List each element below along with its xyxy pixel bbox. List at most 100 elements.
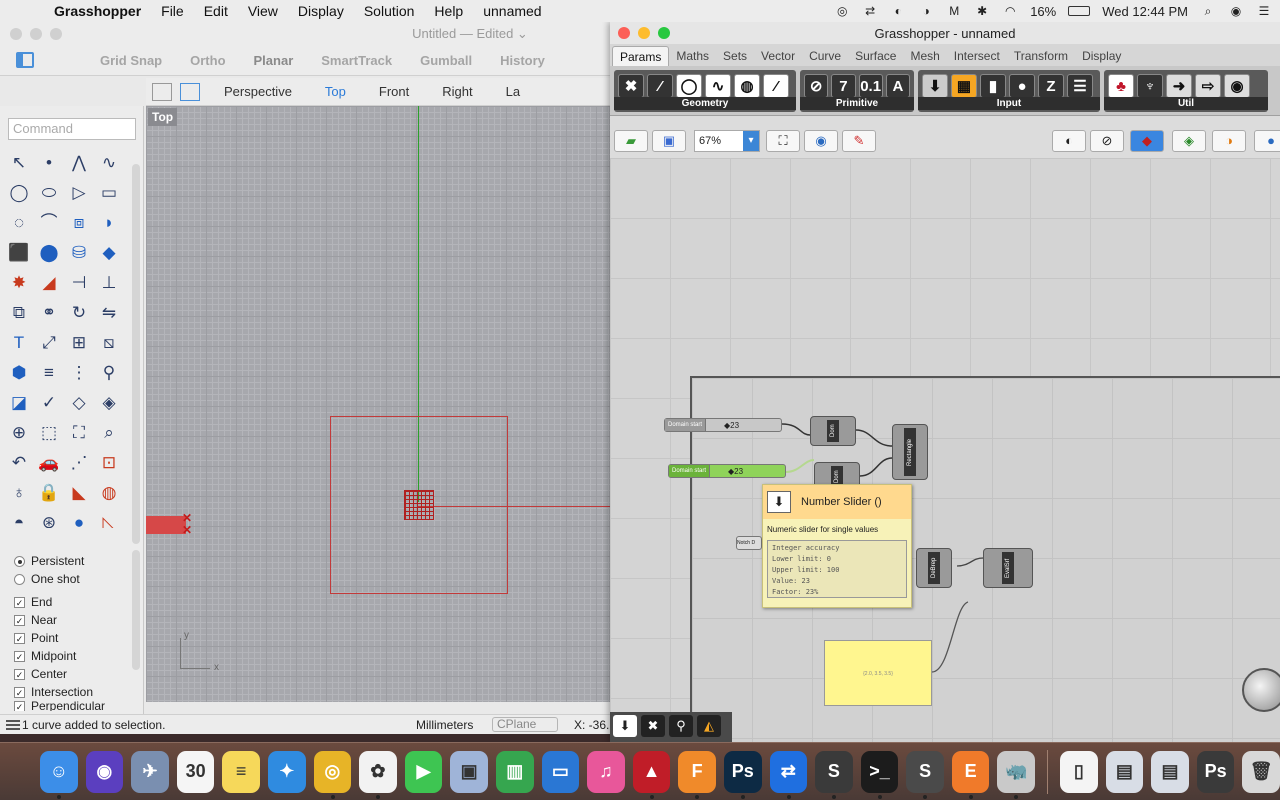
layer-icon[interactable]: ◣ — [64, 478, 94, 508]
near-checkbox[interactable]: ✓ — [14, 614, 25, 626]
mesh-icon[interactable]: ⊛ — [34, 508, 64, 528]
chevron-down-icon[interactable]: ▾ — [743, 131, 759, 151]
four-view-icon[interactable] — [152, 82, 172, 101]
tab-surface[interactable]: Surface — [848, 46, 903, 66]
dock-teamviewer-icon[interactable]: ⇄ — [769, 750, 808, 799]
tab-vector[interactable]: Vector — [754, 46, 802, 66]
join-icon[interactable]: ◢ — [34, 268, 64, 298]
top-viewport[interactable]: Top y x — [146, 106, 612, 702]
menu-help[interactable]: Help — [424, 3, 473, 19]
dock-window3-icon[interactable]: Ps — [1196, 750, 1235, 793]
search-icon[interactable]: ⌕ — [94, 418, 124, 448]
units-label[interactable]: Millimeters — [416, 718, 473, 732]
tab-transform[interactable]: Transform — [1007, 46, 1075, 66]
smarttrack-toggle[interactable]: SmartTrack — [321, 53, 392, 68]
notification-center-icon[interactable]: ☰ — [1256, 4, 1272, 18]
rotate-icon[interactable]: ↻ — [64, 298, 94, 328]
car-icon[interactable]: 🚗 — [34, 448, 64, 478]
analyze-icon[interactable]: ◪ — [4, 388, 34, 418]
number-slider-icon[interactable]: ⬇ — [922, 74, 948, 98]
tab-right[interactable]: Right — [442, 84, 472, 99]
dock-notes-icon[interactable]: ≡ — [222, 750, 260, 793]
eraser-icon[interactable]: ◇ — [64, 388, 94, 418]
mesh-settings-icon[interactable]: ● — [1254, 130, 1280, 152]
wifi-icon[interactable]: ◠ — [1002, 4, 1018, 18]
sweep-icon[interactable]: ◗ — [94, 208, 124, 238]
battery-icon[interactable] — [1068, 6, 1091, 16]
menu-view[interactable]: View — [238, 3, 288, 19]
gumball-toggle[interactable]: Gumball — [420, 53, 472, 68]
trim-icon[interactable]: ⊣ — [64, 268, 94, 298]
fillet-icon[interactable]: ⌒ — [34, 208, 64, 238]
preview-eye-icon[interactable]: ◉ — [804, 130, 838, 152]
siri-icon[interactable]: ◉ — [1228, 4, 1244, 18]
ball-icon[interactable]: ● — [64, 508, 94, 528]
menu-edit[interactable]: Edit — [194, 3, 238, 19]
tab-curve[interactable]: Curve — [802, 46, 848, 66]
polyline-icon[interactable]: ⋀ — [64, 148, 94, 178]
tab-mesh[interactable]: Mesh — [903, 46, 946, 66]
boolean-icon[interactable]: ⚭ — [34, 298, 64, 328]
lock-icon[interactable]: 🔒 — [34, 478, 64, 508]
grid-snap-toggle[interactable]: Grid Snap — [100, 53, 162, 68]
selected-preview-icon[interactable]: ◈ — [1172, 130, 1206, 152]
save-file-icon[interactable]: ▣ — [652, 130, 686, 152]
battery-percent[interactable]: 16% — [1030, 4, 1056, 19]
dock-calendar-icon[interactable]: 30 — [176, 750, 215, 793]
midpoint-checkbox[interactable]: ✓ — [14, 650, 25, 662]
array-icon[interactable]: ⊞ — [64, 328, 94, 358]
dock-finder-icon[interactable]: ☺ — [40, 750, 78, 799]
wireframe-icon[interactable]: ⊘ — [1090, 130, 1124, 152]
slider-shortcut-icon[interactable]: ⬇ — [613, 715, 637, 737]
material-icon[interactable]: ◑ — [1212, 130, 1246, 152]
list-icon[interactable] — [6, 719, 20, 730]
display-icon[interactable]: ◑ — [918, 4, 934, 18]
dock-rhino-icon[interactable]: 🦏 — [997, 750, 1036, 799]
cherry-icon[interactable]: ♣ — [1108, 74, 1134, 98]
gauge-shortcut-icon[interactable]: ⚲ — [669, 715, 693, 737]
dock-launchpad-icon[interactable]: ✈ — [131, 750, 169, 793]
domain-slider-2[interactable]: Domain start ◆23 — [668, 464, 786, 478]
sound-shortcut-icon[interactable]: ◭ — [697, 715, 721, 737]
circle-icon[interactable]: ◯ — [4, 178, 34, 208]
osnap-scrollbar[interactable] — [132, 550, 140, 670]
dock-sublime2-icon[interactable]: S — [906, 750, 944, 799]
sidebar-toggle-icon[interactable] — [16, 52, 34, 68]
param-number-icon[interactable]: 0.1 — [858, 74, 883, 98]
explode-icon[interactable]: ✸ — [4, 268, 34, 298]
persistent-radio[interactable] — [14, 555, 25, 567]
open-file-icon[interactable]: ▰ — [614, 130, 648, 152]
dock-fusion360-icon[interactable]: F — [678, 750, 716, 799]
yellow-panel[interactable]: {2.0, 3.5, 3.5} — [824, 640, 932, 706]
digit-scroller-icon[interactable]: Z — [1038, 74, 1064, 98]
value-list-icon[interactable]: ☰ — [1067, 74, 1093, 98]
preview-mode-icon[interactable]: ◐ — [1052, 130, 1086, 152]
zoom-dropdown[interactable]: 67% ▾ — [694, 130, 760, 152]
one-shot-radio[interactable] — [14, 573, 25, 585]
zoom-extents-icon[interactable]: ⛶ — [766, 130, 800, 152]
grid-array-icon[interactable]: ⋮ — [64, 358, 94, 388]
teamviewer-icon[interactable]: ⇄ — [862, 4, 878, 18]
debrep-component[interactable]: DeBrep — [916, 548, 952, 588]
menu-file[interactable]: File — [151, 3, 194, 19]
cplane-dropdown[interactable]: CPlane — [492, 717, 558, 732]
spotlight-icon[interactable]: ⌕ — [1200, 4, 1216, 18]
shaded-preview-icon[interactable]: ◆ — [1130, 130, 1164, 152]
viewport-label[interactable]: Top — [148, 108, 178, 126]
surface-icon[interactable]: ⧈ — [64, 208, 94, 238]
text-icon[interactable]: T — [4, 328, 34, 358]
dock-safari-icon[interactable]: ✦ — [267, 750, 306, 793]
single-view-icon[interactable] — [180, 82, 200, 101]
intersection-checkbox[interactable]: ✓ — [14, 686, 25, 698]
gmail-icon[interactable]: M — [946, 4, 962, 18]
group-icon[interactable]: ⧉ — [4, 298, 34, 328]
tab-sets[interactable]: Sets — [716, 46, 754, 66]
dock-chrome-icon[interactable]: ◎ — [313, 750, 352, 799]
dock-sublime-icon[interactable]: S — [815, 750, 853, 799]
sphere-icon[interactable]: ⬤ — [34, 238, 64, 268]
transform-icon[interactable]: ⧅ — [94, 328, 124, 358]
zoom-window-icon[interactable]: ⬚ — [34, 418, 64, 448]
history-toggle[interactable]: History — [500, 53, 545, 68]
split-icon[interactable]: ⊥ — [94, 268, 124, 298]
tab-display[interactable]: Display — [1075, 46, 1128, 66]
